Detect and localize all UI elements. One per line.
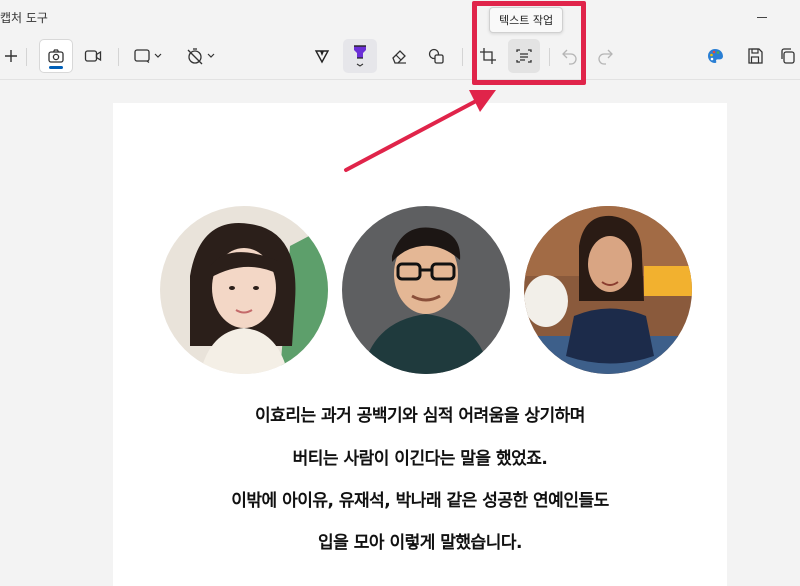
snipping-tool-window: 캡처 도구 텍스트 작업 이효리는 과거 공백기와 심적 어려움을 상기하며 버… [0, 0, 800, 586]
rectangle-icon [134, 49, 162, 63]
ballpoint-pen-button[interactable] [306, 39, 338, 73]
minimize-button[interactable] [750, 6, 774, 28]
toolbar-separator [26, 48, 27, 66]
toolbar [0, 34, 800, 80]
crop-icon [480, 48, 496, 64]
text-actions-tooltip: 텍스트 작업 [489, 7, 564, 33]
caption-line: 입을 모아 이렇게 말했습니다. [318, 533, 522, 553]
camera-icon [48, 49, 64, 63]
toolbar-separator [549, 48, 550, 66]
eraser-button[interactable] [383, 39, 415, 73]
minimize-icon [757, 16, 767, 18]
plus-icon [5, 50, 17, 62]
highlighter-icon [354, 45, 366, 67]
undo-icon [562, 49, 577, 65]
color-palette-icon [708, 49, 723, 63]
redo-button[interactable] [590, 39, 620, 73]
toolbar-separator [118, 48, 119, 66]
selected-indicator [49, 66, 63, 69]
portrait-image [524, 206, 692, 374]
paint-3d-button[interactable] [700, 39, 730, 73]
toolbar-separator [462, 48, 463, 66]
caption-line: 이밖에 아이유, 유재석, 박나래 같은 성공한 연예인들도 [231, 491, 609, 511]
captured-image: 이효리는 과거 공백기와 심적 어려움을 상기하며 버티는 사람이 이긴다는 말… [113, 103, 727, 586]
app-title: 캡처 도구 [0, 11, 48, 25]
copy-icon [781, 48, 795, 64]
redo-icon [598, 49, 613, 65]
person-photo [342, 206, 510, 374]
shapes-icon [428, 48, 444, 64]
capture-canvas[interactable]: 이효리는 과거 공백기와 심적 어려움을 상기하며 버티는 사람이 이긴다는 말… [0, 81, 800, 586]
undo-button[interactable] [555, 39, 585, 73]
ballpoint-pen-icon [314, 50, 330, 64]
eraser-icon [392, 50, 406, 64]
save-button[interactable] [740, 39, 770, 73]
caption-line: 이효리는 과거 공백기와 심적 어려움을 상기하며 [255, 406, 585, 426]
text-actions-icon [516, 49, 532, 63]
text-actions-button[interactable] [508, 39, 540, 73]
person-photo [524, 206, 692, 374]
title-bar: 캡처 도구 [0, 0, 800, 34]
save-icon [748, 48, 763, 64]
record-mode-button[interactable] [77, 39, 109, 73]
video-icon [84, 50, 102, 62]
shapes-button[interactable] [420, 39, 452, 73]
highlighter-button[interactable] [343, 39, 377, 73]
crop-button[interactable] [472, 39, 504, 73]
new-capture-button[interactable] [0, 39, 22, 73]
person-photo [160, 206, 328, 374]
snip-shape-dropdown[interactable] [128, 39, 168, 73]
portrait-image [160, 206, 328, 374]
delay-timer-dropdown[interactable] [181, 39, 221, 73]
timer-off-icon [187, 48, 215, 65]
caption-line: 버티는 사람이 이긴다는 말을 했었죠. [292, 449, 548, 469]
copy-button[interactable] [776, 39, 800, 73]
portrait-image [342, 206, 510, 374]
snip-mode-button[interactable] [39, 39, 73, 73]
